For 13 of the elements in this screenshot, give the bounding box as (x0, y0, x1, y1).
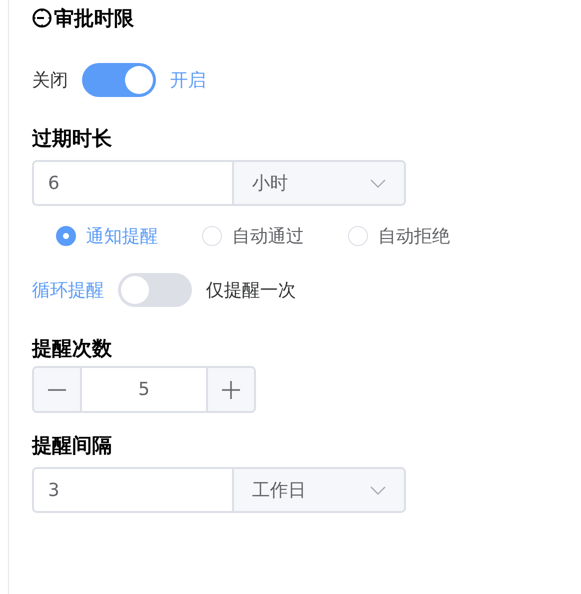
section-title: 审批时限 (54, 4, 134, 32)
switch-label: 循环提醒 (32, 279, 104, 302)
toggle-switch[interactable] (82, 63, 156, 97)
switch-label: 关闭 (32, 69, 68, 92)
field-label: 提醒次数 (32, 335, 113, 362)
switch-label: 仅提醒一次 (206, 279, 296, 302)
field-label: 过期时长 (32, 125, 113, 152)
radio-option[interactable]: 自动通过 (202, 224, 304, 248)
switch-label: 开启 (170, 69, 206, 92)
radio-option[interactable]: 自动拒绝 (348, 224, 450, 248)
toggle-switch[interactable] (118, 273, 192, 307)
clock-icon (32, 8, 52, 28)
field-label: 提醒间隔 (32, 432, 113, 459)
